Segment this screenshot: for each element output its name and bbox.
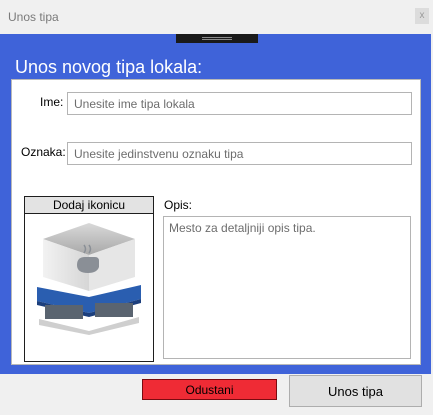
submit-button[interactable]: Unos tipa: [289, 375, 422, 407]
name-label: Ime:: [40, 95, 64, 109]
code-input[interactable]: [67, 142, 412, 165]
resize-grip-icon[interactable]: [176, 34, 258, 43]
icon-panel: Dodaj ikonicu: [24, 196, 154, 362]
name-input[interactable]: [67, 92, 412, 115]
code-label: Oznaka:: [21, 145, 66, 159]
window-titlebar: Unos tipa x: [0, 0, 433, 34]
add-icon-button[interactable]: Dodaj ikonicu: [25, 197, 153, 214]
cancel-button[interactable]: Odustani: [142, 379, 277, 400]
form-area: Ime: Oznaka: Dodaj ikonicu: [11, 79, 421, 365]
cafe-shop-icon: [37, 223, 141, 335]
main-panel: Unos novog tipa lokala: Ime: Oznaka: Dod…: [0, 34, 431, 374]
page-title: Unos novog tipa lokala:: [15, 57, 203, 77]
description-label: Opis:: [164, 198, 193, 212]
close-icon[interactable]: x: [415, 8, 429, 24]
window-title: Unos tipa: [8, 10, 59, 24]
description-textarea[interactable]: [163, 216, 411, 359]
